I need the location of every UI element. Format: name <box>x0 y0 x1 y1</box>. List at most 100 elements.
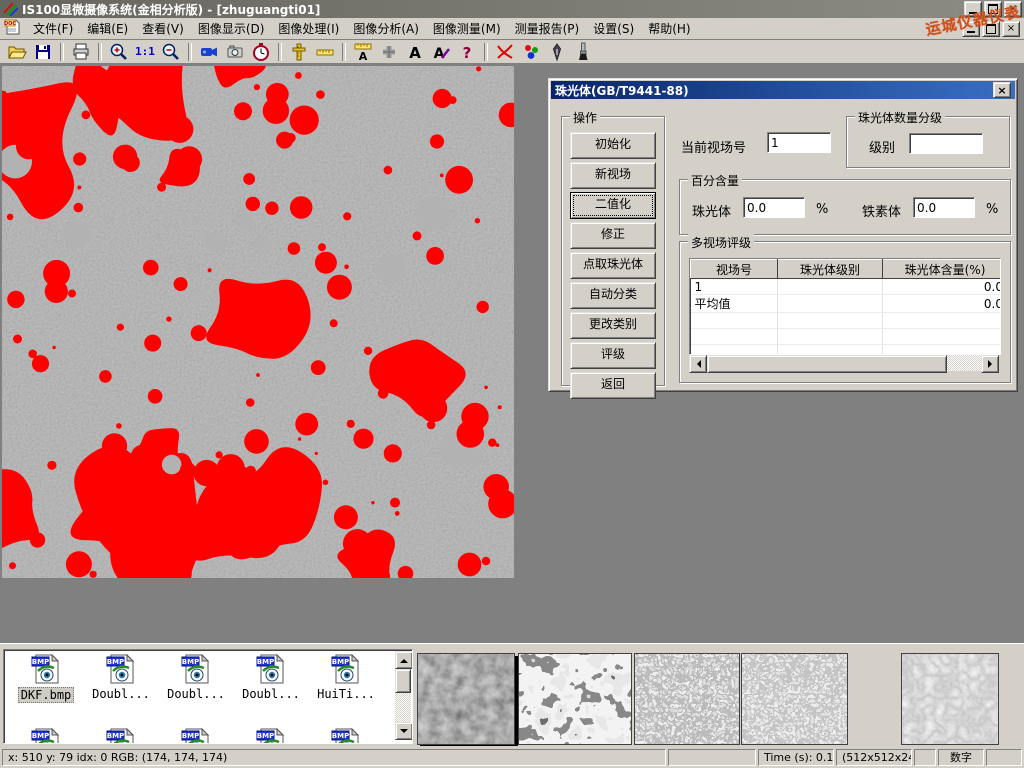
particles-icon[interactable] <box>519 41 543 63</box>
menu-item-5[interactable]: 图像分析(A) <box>346 18 426 39</box>
close-button[interactable]: × <box>1004 1 1022 17</box>
op-button-6[interactable]: 更改类别 <box>570 312 656 339</box>
thumbnail-micrograph-1[interactable] <box>417 653 515 745</box>
pen-icon[interactable] <box>545 41 569 63</box>
op-button-2[interactable]: 二值化 <box>570 192 656 219</box>
op-button-7[interactable]: 评级 <box>570 342 656 369</box>
scroll-left-icon[interactable] <box>689 355 707 373</box>
file-item-3[interactable]: BMPDoubl... <box>235 654 307 701</box>
text-icon[interactable]: A <box>403 41 427 63</box>
pearlite-percent-input[interactable] <box>743 197 805 218</box>
mdi-close-button[interactable]: × <box>1002 21 1020 37</box>
file-item-row2-1[interactable]: BMP <box>85 728 157 744</box>
file-item-row2-4[interactable]: BMP <box>310 728 382 744</box>
vscroll-thumb[interactable] <box>395 669 411 693</box>
measure-text-icon[interactable]: A <box>351 41 375 63</box>
mdi-restore-button[interactable] <box>982 21 1000 37</box>
scroll-down-icon[interactable] <box>395 722 413 740</box>
file-item-row2-2[interactable]: BMP <box>160 728 232 744</box>
menu-item-9[interactable]: 帮助(H) <box>641 18 697 39</box>
table-row-4[interactable] <box>691 345 1002 356</box>
menu-item-0[interactable]: 文件(F) <box>26 18 80 39</box>
ferrite-percent-input[interactable] <box>913 197 975 218</box>
hscroll-thumb[interactable] <box>707 355 947 373</box>
op-button-4[interactable]: 点取珠光体 <box>570 252 656 279</box>
menu-item-1[interactable]: 编辑(E) <box>80 18 135 39</box>
menu-item-3[interactable]: 图像显示(D) <box>191 18 272 39</box>
rating-table[interactable]: 视场号珠光体级别珠光体含量(%)铁素体含量(%)10.0平均值0.0 <box>689 258 1001 355</box>
current-field-input[interactable] <box>767 132 831 153</box>
table-header-0[interactable]: 视场号 <box>691 260 778 279</box>
mdi-minimize-button[interactable] <box>962 21 980 37</box>
op-button-1[interactable]: 新视场 <box>570 162 656 189</box>
grade-label: 级别 <box>869 137 895 156</box>
actual-size-icon[interactable]: 1:1 <box>133 41 157 63</box>
open-icon[interactable] <box>5 41 29 63</box>
menu-item-7[interactable]: 测量报告(P) <box>508 18 587 39</box>
file-name: Doubl... <box>165 687 227 701</box>
file-item-2[interactable]: BMPDoubl... <box>160 654 232 701</box>
annotate-icon[interactable]: A <box>429 41 453 63</box>
caliper-icon[interactable] <box>287 41 311 63</box>
file-item-4[interactable]: BMPHuiTi... <box>310 654 382 701</box>
dialog-close-icon[interactable]: × <box>993 82 1011 98</box>
pearlite-label: 珠光体 <box>692 201 731 220</box>
menu-item-6[interactable]: 图像测量(M) <box>426 18 508 39</box>
pearlite-unit: % <box>816 202 828 217</box>
op-button-0[interactable]: 初始化 <box>570 132 656 159</box>
thumbnail-micrograph-2[interactable] <box>518 653 632 745</box>
ruler-icon[interactable] <box>313 41 337 63</box>
brush-icon[interactable] <box>571 41 595 63</box>
zoom-in-icon[interactable] <box>107 41 131 63</box>
thumbnail-micrograph-4[interactable] <box>741 653 848 745</box>
table-header-2[interactable]: 珠光体含量(%) <box>883 260 1002 279</box>
file-item-1[interactable]: BMPDoubl... <box>85 654 157 701</box>
dialog-title-bar[interactable]: 珠光体(GB/T9441-88) × <box>551 81 1015 99</box>
table-row-0[interactable]: 10.0 <box>691 279 1002 295</box>
scroll-right-icon[interactable] <box>981 355 999 373</box>
svg-text:BMP: BMP <box>107 658 124 666</box>
thumbnail-micrograph-3[interactable] <box>634 653 740 745</box>
help-icon[interactable]: ? <box>455 41 479 63</box>
menu-item-2[interactable]: 查看(V) <box>135 18 191 39</box>
grid-icon[interactable] <box>377 41 401 63</box>
micrograph-binary-overlay[interactable] <box>2 66 514 578</box>
scroll-up-icon[interactable] <box>395 651 413 669</box>
bmp-file-icon: BMP <box>105 654 137 684</box>
table-row-3[interactable] <box>691 329 1002 345</box>
op-button-5[interactable]: 自动分类 <box>570 282 656 309</box>
curve-tool-icon[interactable] <box>493 41 517 63</box>
menu-item-8[interactable]: 设置(S) <box>586 18 641 39</box>
save-icon[interactable] <box>31 41 55 63</box>
bmp-file-icon: BMP <box>330 728 362 744</box>
timer-icon[interactable] <box>249 41 273 63</box>
bmp-file-icon: BMP <box>255 728 287 744</box>
title-bar: IS100显微摄像系统(金相分析版) - [zhuguangti01] × <box>0 0 1024 18</box>
table-cell-0-1 <box>778 279 883 295</box>
multi-field-group: 多视场评级 视场号珠光体级别珠光体含量(%)铁素体含量(%)10.0平均值0.0 <box>679 241 1011 383</box>
minimize-button[interactable] <box>964 1 982 17</box>
zoom-out-icon[interactable] <box>159 41 183 63</box>
table-row-2[interactable] <box>691 313 1002 329</box>
grading-group-title: 珠光体数量分级 <box>855 109 945 126</box>
camera-icon[interactable] <box>223 41 247 63</box>
table-header-1[interactable]: 珠光体级别 <box>778 260 883 279</box>
file-item-row2-0[interactable]: BMP <box>10 728 82 744</box>
op-button-3[interactable]: 修正 <box>570 222 656 249</box>
file-item-0[interactable]: BMPDKF.bmp <box>10 654 82 703</box>
table-hscrollbar[interactable] <box>689 355 999 371</box>
menu-item-4[interactable]: 图像处理(I) <box>271 18 346 39</box>
restore-button[interactable] <box>984 1 1002 17</box>
print-icon[interactable] <box>69 41 93 63</box>
operations-group-title: 操作 <box>570 109 600 126</box>
op-button-8[interactable]: 返回 <box>570 372 656 399</box>
filelist-vscrollbar[interactable] <box>395 651 411 740</box>
file-item-row2-3[interactable]: BMP <box>235 728 307 744</box>
bmp-file-icon: BMP <box>255 654 287 684</box>
thumbnail-micrograph-5[interactable] <box>901 653 999 745</box>
video-camera-icon[interactable] <box>197 41 221 63</box>
bmp-file-icon: BMP <box>330 654 362 684</box>
grade-input[interactable] <box>909 133 983 154</box>
file-list[interactable]: BMPDKF.bmpBMPDoubl...BMPDoubl...BMPDoubl… <box>3 649 413 744</box>
table-row-1[interactable]: 平均值0.0 <box>691 295 1002 313</box>
